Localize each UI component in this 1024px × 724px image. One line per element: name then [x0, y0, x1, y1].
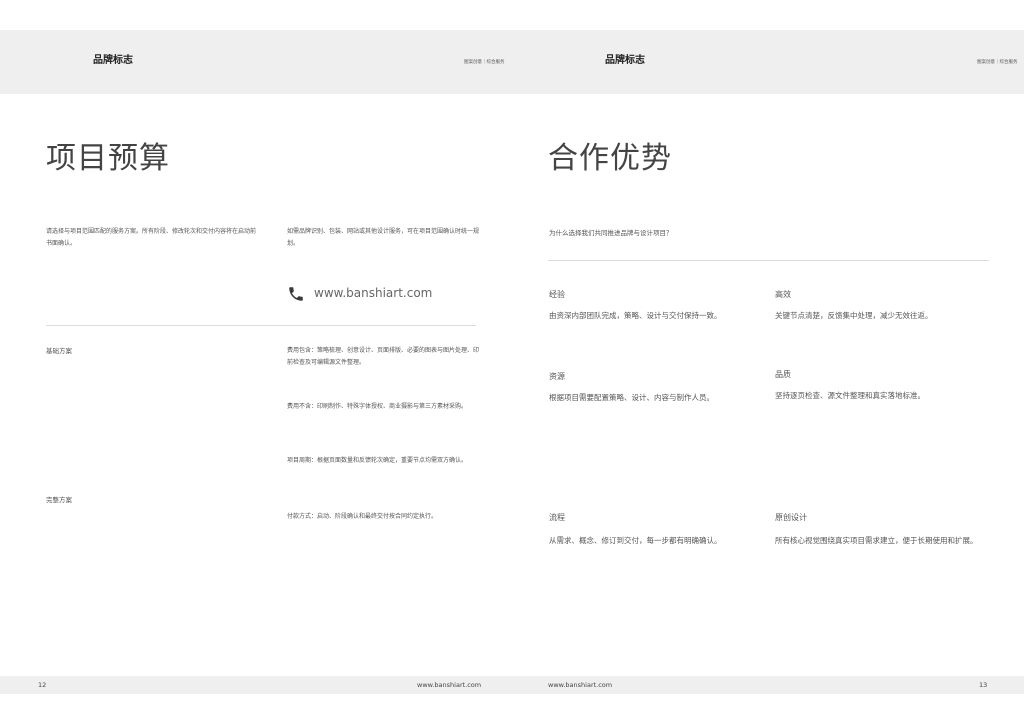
page-number: 13	[979, 681, 988, 689]
page-title: 合作优势	[548, 141, 672, 176]
term-schedule: 项目周期：根据页面数量和反馈轮次确定，重要节点均需双方确认。	[287, 457, 468, 464]
feature-desc-process: 从需求、概念、修订到交付，每一步都有明确确认。	[549, 536, 722, 545]
feature-desc-quality: 坚持逐页检查、源文件整理和真实落地标准。	[775, 391, 925, 400]
feature-title-quality: 品质	[775, 370, 791, 379]
phone-icon	[287, 285, 305, 303]
term-included: 费用包含：策略梳理、创意设计、页面排版、必要的图表与图片处理、印前检查及可编辑源…	[287, 347, 480, 366]
feature-desc-efficiency: 关键节点清楚，反馈集中处理，减少无效往返。	[775, 311, 933, 320]
header-right-text: 图案创意｜综合服务	[464, 60, 505, 65]
divider	[46, 325, 476, 326]
footer-url[interactable]: www.banshiart.com	[548, 681, 612, 689]
contact-url[interactable]: www.banshiart.com	[314, 286, 432, 300]
feature-title-experience: 经验	[549, 290, 565, 299]
page-number: 12	[38, 681, 47, 689]
intro-right: 如需品牌识别、包装、网站或其他设计服务，可在项目范围确认时统一规划。	[287, 228, 480, 247]
feature-desc-experience: 由资深内部团队完成，策略、设计与交付保持一致。	[549, 311, 722, 320]
feature-title-process: 流程	[549, 513, 565, 522]
brand-logo-text: 品牌标志	[605, 55, 645, 66]
term-payment: 付款方式：启动、阶段确认和最终交付按合同约定执行。	[287, 513, 438, 520]
brand-logo-text: 品牌标志	[93, 55, 133, 66]
feature-desc-resources: 根据项目需要配置策略、设计、内容与制作人员。	[549, 393, 714, 402]
footer-band	[0, 676, 1024, 694]
intro-left: 请选择与项目范围匹配的服务方案。所有阶段、修改轮次和交付内容将在启动前书面确认。	[46, 228, 257, 247]
plan-label-basic: 基础方案	[46, 347, 72, 355]
feature-desc-original: 所有核心视觉围绕真实项目需求建立，便于长期使用和扩展。	[775, 536, 978, 545]
footer-url[interactable]: www.banshiart.com	[417, 681, 481, 689]
header-band	[0, 30, 1024, 94]
term-excluded: 费用不含：印刷制作、特殊字体授权、商业摄影与第三方素材采购。	[287, 403, 468, 410]
page-title: 项目预算	[46, 141, 170, 176]
plan-label-full: 完整方案	[46, 496, 72, 504]
feature-title-original: 原创设计	[775, 513, 807, 522]
feature-title-resources: 资源	[549, 372, 565, 381]
header-right-text: 图案创意｜综合服务	[977, 60, 1018, 65]
divider	[548, 260, 989, 261]
question-text: 为什么选择我们共同推进品牌与设计项目？	[549, 229, 673, 237]
feature-title-efficiency: 高效	[775, 290, 791, 299]
